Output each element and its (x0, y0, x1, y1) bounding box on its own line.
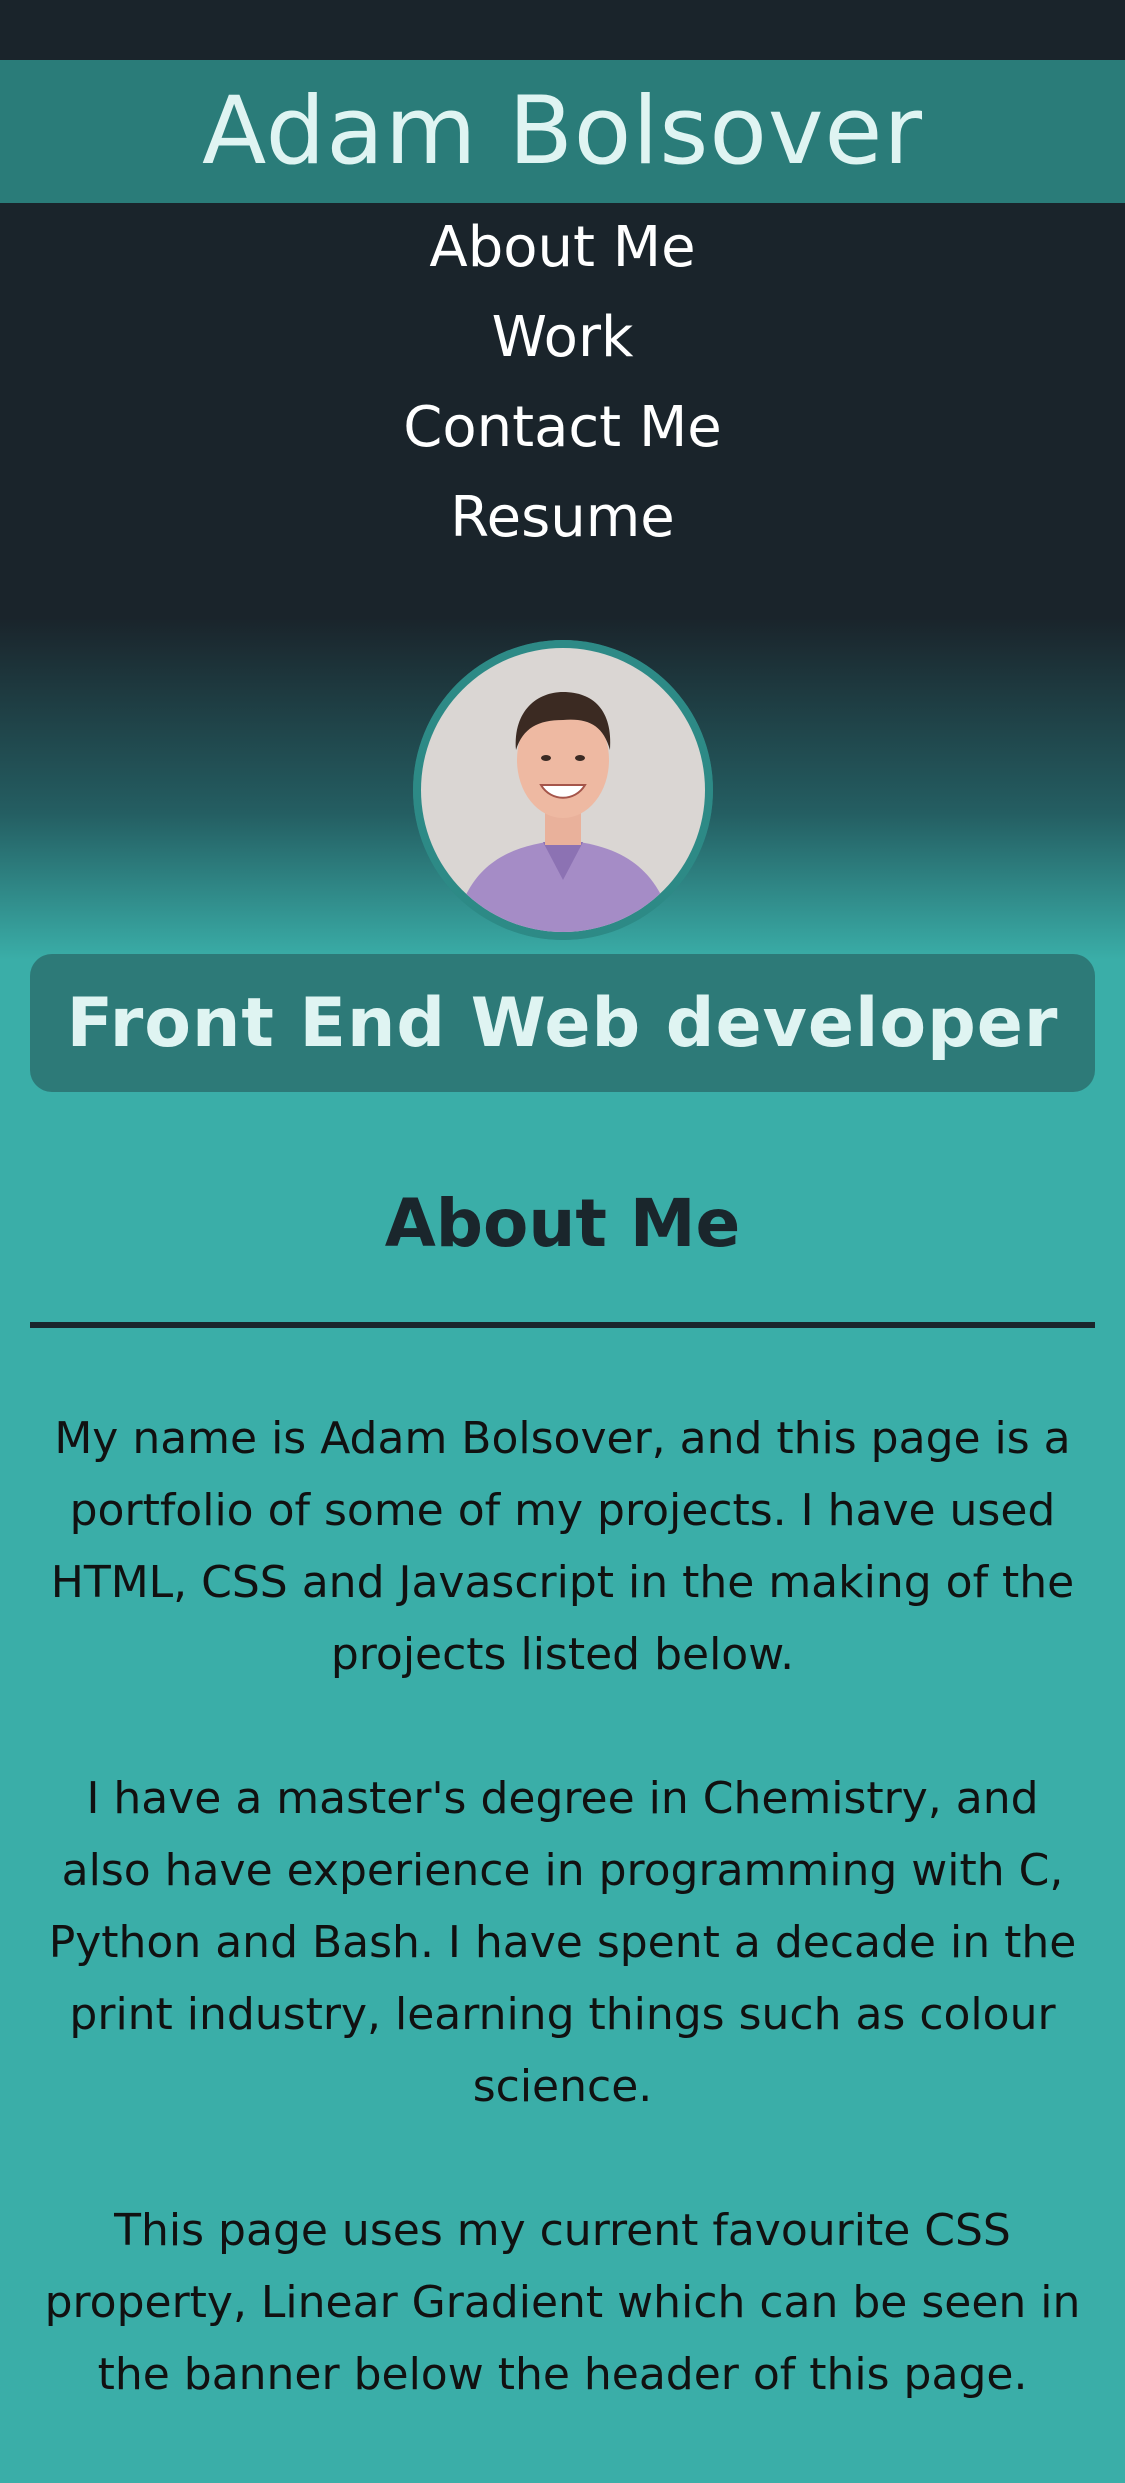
about-paragraph: This page uses my current favourite CSS … (44, 2205, 1081, 2400)
about-paragraph: I have a master's degree in Chemistry, a… (48, 1773, 1077, 2112)
site-title: Adam Bolsover (201, 76, 924, 186)
role-banner: Front End Web developer (30, 954, 1095, 1092)
nav-item-resume[interactable]: Resume (0, 473, 1125, 563)
nav-item-work[interactable]: Work (0, 293, 1125, 383)
role-title: Front End Web developer (66, 983, 1059, 1063)
section-divider (30, 1322, 1095, 1328)
site-header: Adam Bolsover (0, 60, 1125, 203)
main-nav: About Me Work Contact Me Resume (0, 203, 1125, 563)
about-paragraph: My name is Adam Bolsover, and this page … (50, 1413, 1075, 1680)
status-strip (0, 0, 1125, 60)
about-heading: About Me (384, 1185, 741, 1262)
about-body: My name is Adam Bolsover, and this page … (40, 1403, 1085, 2483)
nav-item-about-me[interactable]: About Me (0, 203, 1125, 293)
profile-avatar (413, 640, 713, 940)
profile-photo (413, 640, 713, 940)
nav-item-contact-me[interactable]: Contact Me (0, 383, 1125, 473)
